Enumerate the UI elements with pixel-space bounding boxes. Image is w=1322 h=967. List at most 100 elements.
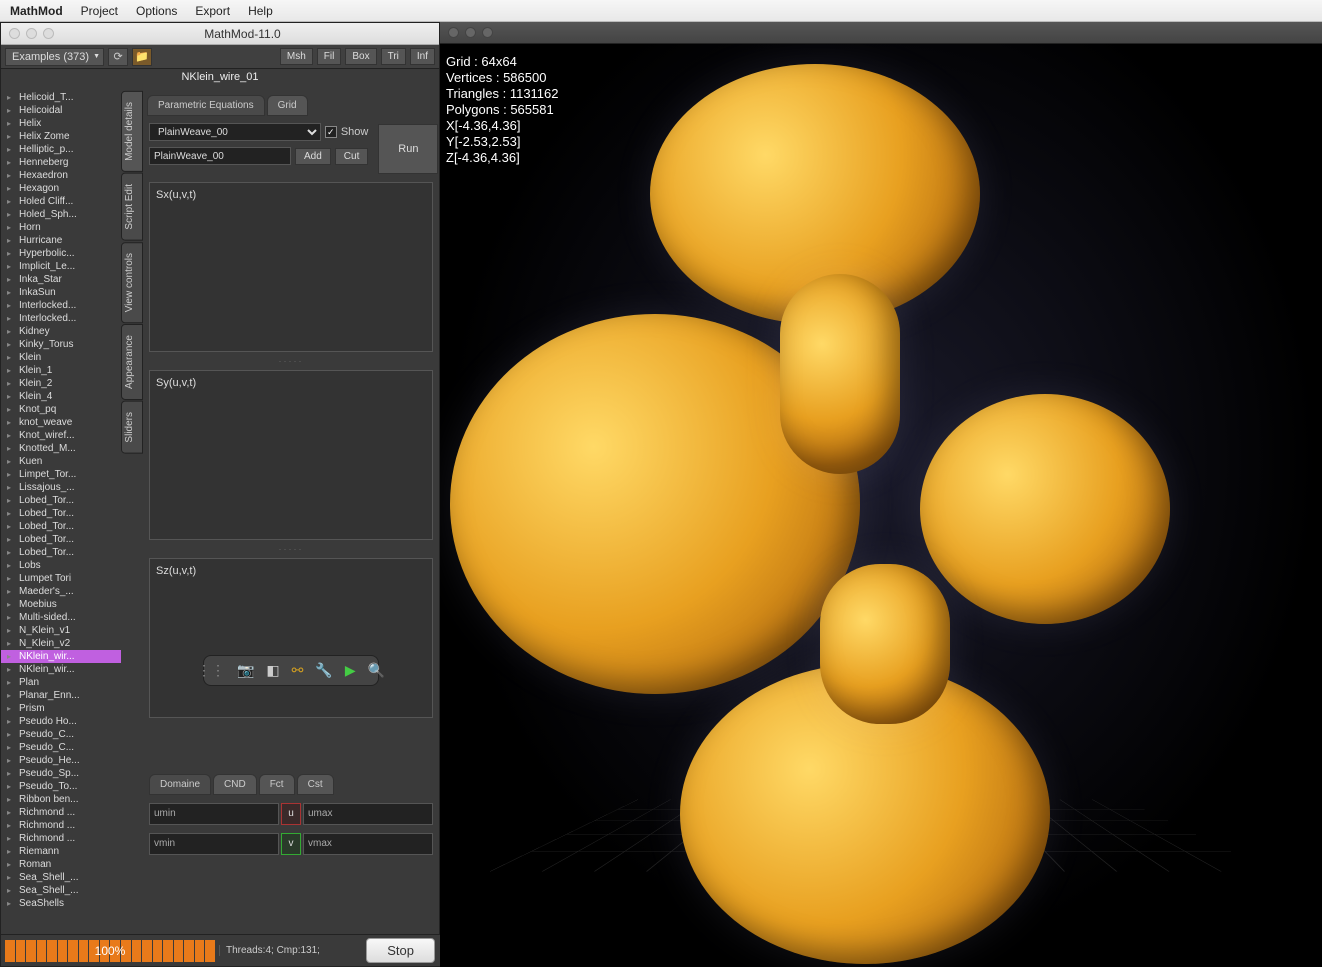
- run-button[interactable]: Run: [378, 124, 438, 174]
- wrench-icon[interactable]: 🔧: [315, 662, 332, 679]
- list-item[interactable]: knot_weave: [1, 416, 121, 429]
- list-item[interactable]: InkaSun: [1, 286, 121, 299]
- sx-equation-block[interactable]: Sx(u,v,t): [149, 182, 433, 352]
- tab-appearance[interactable]: Appearance: [121, 324, 143, 400]
- menu-project[interactable]: Project: [81, 4, 118, 18]
- list-item[interactable]: Interlocked...: [1, 299, 121, 312]
- eraser-icon[interactable]: ◧: [266, 662, 279, 679]
- tab-grid[interactable]: Grid: [267, 95, 308, 116]
- stop-button[interactable]: Stop: [366, 938, 435, 963]
- list-item[interactable]: Plan: [1, 676, 121, 689]
- msh-button[interactable]: Msh: [280, 48, 313, 65]
- list-item[interactable]: Horn: [1, 221, 121, 234]
- splitter-handle[interactable]: ·····: [143, 356, 439, 366]
- list-item[interactable]: Planar_Enn...: [1, 689, 121, 702]
- tab-model-details[interactable]: Model details: [121, 91, 143, 172]
- examples-list[interactable]: Helicoid_T...HelicoidalHelixHelix ZomeHe…: [1, 91, 121, 929]
- tab-script-edit[interactable]: Script Edit: [121, 173, 143, 241]
- list-item[interactable]: Implicit_Le...: [1, 260, 121, 273]
- list-item[interactable]: Moebius: [1, 598, 121, 611]
- list-item[interactable]: Richmond ...: [1, 832, 121, 845]
- list-item[interactable]: NKlein_wir...: [1, 650, 121, 663]
- list-item[interactable]: Klein_1: [1, 364, 121, 377]
- window-traffic-lights[interactable]: [9, 28, 54, 39]
- u-badge[interactable]: u: [281, 803, 301, 825]
- inf-button[interactable]: Inf: [410, 48, 435, 65]
- list-item[interactable]: Hyperbolic...: [1, 247, 121, 260]
- list-item[interactable]: Hexagon: [1, 182, 121, 195]
- list-item[interactable]: NKlein_wir...: [1, 663, 121, 676]
- list-item[interactable]: Multi-sided...: [1, 611, 121, 624]
- list-item[interactable]: Pseudo_To...: [1, 780, 121, 793]
- list-item[interactable]: Ribbon ben...: [1, 793, 121, 806]
- link-icon[interactable]: ⚯: [292, 662, 304, 679]
- v-badge[interactable]: v: [281, 833, 301, 855]
- list-item[interactable]: Roman: [1, 858, 121, 871]
- search-icon[interactable]: 🔍: [368, 662, 385, 679]
- list-item[interactable]: Inka_Star: [1, 273, 121, 286]
- list-item[interactable]: Interlocked...: [1, 312, 121, 325]
- list-item[interactable]: Riemann: [1, 845, 121, 858]
- list-item[interactable]: Sea_Shell_...: [1, 884, 121, 897]
- component-name-input[interactable]: [149, 147, 291, 165]
- list-item[interactable]: Helix Zome: [1, 130, 121, 143]
- list-item[interactable]: N_Klein_v2: [1, 637, 121, 650]
- sz-equation-block[interactable]: Sz(u,v,t): [149, 558, 433, 718]
- list-item[interactable]: Lissajous_...: [1, 481, 121, 494]
- list-item[interactable]: Kuen: [1, 455, 121, 468]
- sy-equation-block[interactable]: Sy(u,v,t): [149, 370, 433, 540]
- list-item[interactable]: Lobs: [1, 559, 121, 572]
- list-item[interactable]: SeaShells: [1, 897, 121, 910]
- viewport-traffic-lights[interactable]: [448, 27, 493, 38]
- list-item[interactable]: Prism: [1, 702, 121, 715]
- list-item[interactable]: Hurricane: [1, 234, 121, 247]
- menu-export[interactable]: Export: [195, 4, 230, 18]
- tab-cst[interactable]: Cst: [297, 774, 334, 795]
- list-item[interactable]: N_Klein_v1: [1, 624, 121, 637]
- tab-view-controls[interactable]: View controls: [121, 242, 143, 323]
- splitter-handle[interactable]: ·····: [143, 544, 439, 554]
- list-item[interactable]: Knot_pq: [1, 403, 121, 416]
- menu-app[interactable]: MathMod: [10, 4, 63, 18]
- umin-field[interactable]: umin: [149, 803, 279, 825]
- menu-options[interactable]: Options: [136, 4, 177, 18]
- list-item[interactable]: Helicoidal: [1, 104, 121, 117]
- list-item[interactable]: Kinky_Torus: [1, 338, 121, 351]
- tab-domaine[interactable]: Domaine: [149, 774, 211, 795]
- list-item[interactable]: Pseudo_C...: [1, 741, 121, 754]
- show-checkbox[interactable]: ✓: [325, 126, 337, 138]
- list-item[interactable]: Pseudo_He...: [1, 754, 121, 767]
- list-item[interactable]: Holed Cliff...: [1, 195, 121, 208]
- grip-icon[interactable]: ⋮⋮: [197, 662, 225, 679]
- list-item[interactable]: Lobed_Tor...: [1, 507, 121, 520]
- menu-help[interactable]: Help: [248, 4, 273, 18]
- tri-button[interactable]: Tri: [381, 48, 406, 65]
- fil-button[interactable]: Fil: [317, 48, 342, 65]
- list-item[interactable]: Lobed_Tor...: [1, 546, 121, 559]
- list-item[interactable]: Helliptic_p...: [1, 143, 121, 156]
- list-item[interactable]: Knotted_M...: [1, 442, 121, 455]
- folder-icon[interactable]: 📁: [132, 48, 152, 66]
- list-item[interactable]: Lumpet Tori: [1, 572, 121, 585]
- list-item[interactable]: Klein: [1, 351, 121, 364]
- list-item[interactable]: Knot_wiref...: [1, 429, 121, 442]
- refresh-icon[interactable]: ⟳: [108, 48, 128, 66]
- camera-icon[interactable]: 📷: [237, 662, 254, 679]
- add-button[interactable]: Add: [295, 148, 331, 165]
- box-button[interactable]: Box: [345, 48, 376, 65]
- tab-parametric-equations[interactable]: Parametric Equations: [147, 95, 265, 116]
- tab-sliders[interactable]: Sliders: [121, 401, 143, 454]
- play-icon[interactable]: ▶: [345, 662, 356, 679]
- examples-dropdown[interactable]: Examples (373): [5, 48, 104, 66]
- list-item[interactable]: Lobed_Tor...: [1, 533, 121, 546]
- list-item[interactable]: Pseudo_C...: [1, 728, 121, 741]
- list-item[interactable]: Klein_4: [1, 390, 121, 403]
- component-combo[interactable]: PlainWeave_00: [149, 123, 321, 141]
- list-item[interactable]: Maeder's_...: [1, 585, 121, 598]
- tab-fct[interactable]: Fct: [259, 774, 295, 795]
- list-item[interactable]: Helicoid_T...: [1, 91, 121, 104]
- list-item[interactable]: Holed_Sph...: [1, 208, 121, 221]
- list-item[interactable]: Hexaedron: [1, 169, 121, 182]
- tab-cnd[interactable]: CND: [213, 774, 257, 795]
- list-item[interactable]: Sea_Shell_...: [1, 871, 121, 884]
